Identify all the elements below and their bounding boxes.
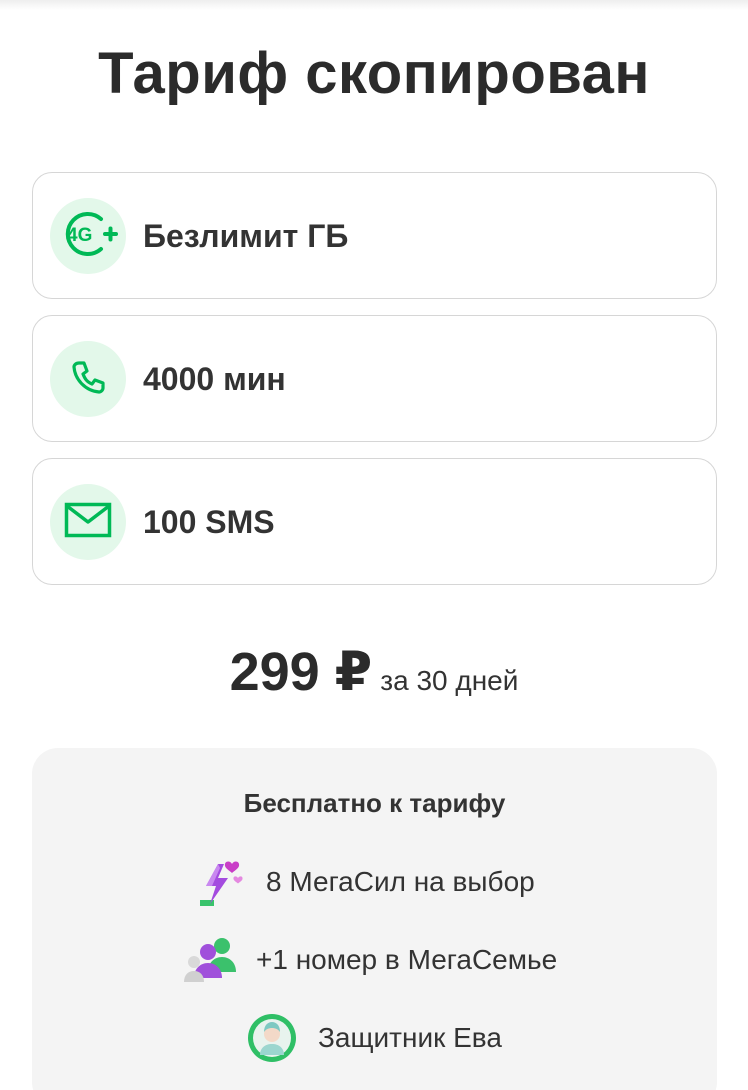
family-people-icon xyxy=(182,932,238,988)
feature-card-minutes: 4000 мин xyxy=(32,315,717,442)
feature-icon-circle: 4G xyxy=(50,198,126,274)
feature-card-internet: 4G Безлимит ГБ xyxy=(32,172,717,299)
feature-label: 4000 мин xyxy=(143,361,286,397)
phone-icon xyxy=(68,357,108,402)
price-row: 299 ₽ за 30 дней xyxy=(0,640,748,703)
bonus-label: 8 МегаСил на выбор xyxy=(266,866,535,897)
bonus-item-megasila: 8 МегаСил на выбор xyxy=(192,854,535,910)
feature-icon-circle xyxy=(50,484,126,560)
eva-avatar-icon xyxy=(244,1010,300,1066)
feature-label: Безлимит ГБ xyxy=(143,218,349,254)
price-amount: 299 ₽ xyxy=(229,642,373,702)
page-title: Тариф скопирован xyxy=(98,41,650,106)
bonus-card: Бесплатно к тарифу 8 МегаСил на выбор +1… xyxy=(32,748,717,1090)
bonus-item-eva: Защитник Ева xyxy=(244,1010,502,1066)
lightning-hearts-icon xyxy=(192,854,248,910)
bonus-label: Защитник Ева xyxy=(318,1022,502,1053)
svg-text:4G: 4G xyxy=(67,225,92,246)
feature-card-sms: 100 SMS xyxy=(32,458,717,585)
feature-label: 100 SMS xyxy=(143,504,275,540)
bonus-label: +1 номер в МегаСемье xyxy=(256,944,558,975)
feature-icon-circle xyxy=(50,341,126,417)
envelope-icon xyxy=(64,502,112,543)
4g-plus-icon: 4G xyxy=(57,209,119,264)
price-period: за 30 дней xyxy=(380,665,519,696)
bonus-item-megafamily: +1 номер в МегаСемье xyxy=(182,932,557,988)
bonus-title: Бесплатно к тарифу xyxy=(243,788,506,818)
top-shadow xyxy=(0,0,748,10)
